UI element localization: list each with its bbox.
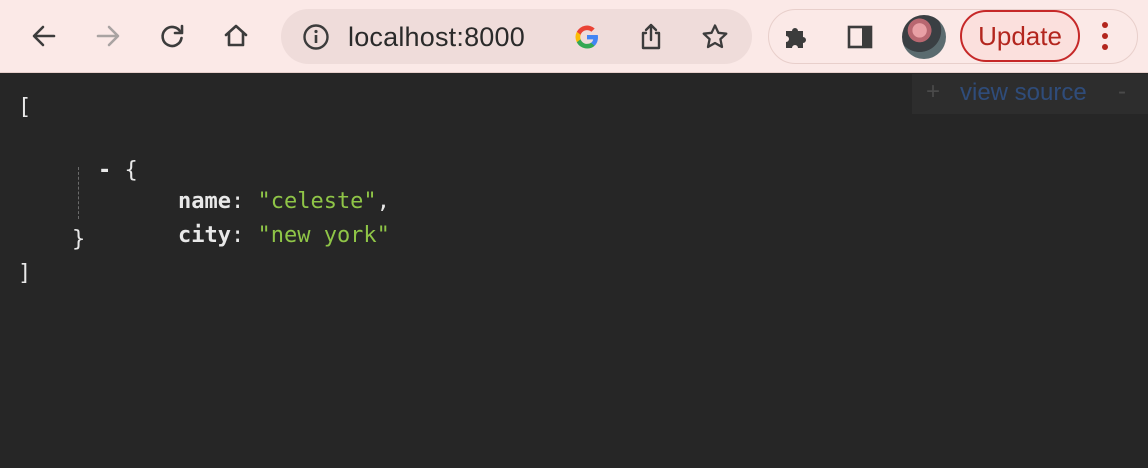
back-button[interactable] (22, 14, 66, 58)
view-source-link[interactable]: view source (960, 79, 1087, 107)
update-button[interactable]: Update (960, 10, 1080, 62)
json-viewer: [ - { name: "celeste", city: "new york" … (0, 74, 1148, 468)
arrow-left-icon (32, 25, 56, 47)
open-bracket: [ (18, 95, 32, 120)
close-bracket: ] (18, 261, 32, 286)
reload-icon (161, 24, 184, 48)
arrow-right-icon (96, 25, 120, 47)
close-brace: } (72, 227, 86, 252)
profile-avatar[interactable] (902, 15, 946, 59)
google-icon[interactable] (572, 22, 602, 52)
expand-all-button[interactable]: + (926, 78, 940, 106)
view-source-bar: + view source - (912, 74, 1148, 114)
star-icon[interactable] (700, 22, 730, 52)
home-button[interactable] (214, 14, 258, 58)
reload-button[interactable] (150, 14, 194, 58)
puzzle-icon[interactable] (781, 22, 811, 52)
json-string-value: "new york" (257, 223, 390, 248)
collapse-toggle[interactable]: - (98, 158, 111, 183)
indent-guide (78, 167, 79, 219)
address-bar[interactable]: localhost:8000 (281, 9, 752, 64)
share-icon[interactable] (636, 22, 666, 52)
side-panel-icon[interactable] (845, 22, 875, 52)
home-icon (224, 24, 248, 47)
info-icon[interactable] (301, 22, 331, 52)
three-dots-vertical-icon[interactable] (1095, 20, 1115, 52)
extensions-area: Update (768, 9, 1138, 64)
browser-toolbar: localhost:8000 Update (0, 0, 1148, 73)
object-row: - { (45, 126, 138, 216)
json-entry-city: city: "new york" (177, 223, 390, 248)
url-text[interactable]: localhost:8000 (348, 22, 525, 52)
forward-button[interactable] (86, 14, 130, 58)
json-key: city (177, 223, 231, 248)
collapse-all-button[interactable]: - (1118, 78, 1126, 106)
